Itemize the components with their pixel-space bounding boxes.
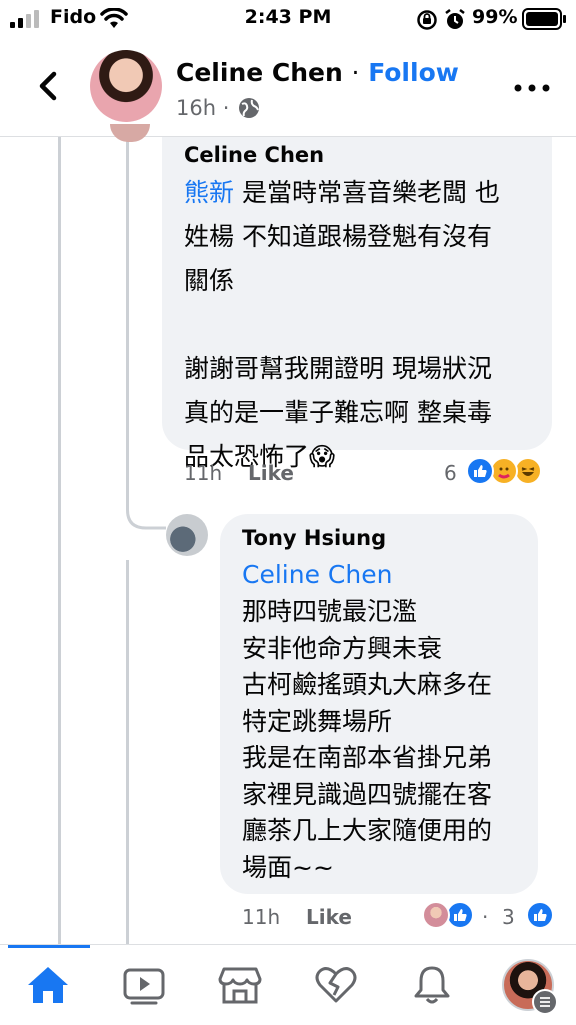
tab-notifications[interactable] (384, 945, 480, 1025)
care-reaction-icon (490, 457, 518, 485)
comment-bubble[interactable]: Celine Chen 熊新 是當時常喜音樂老闆 也 姓楊 不知道跟楊登魁有沒有… (162, 137, 552, 471)
author-avatar[interactable] (90, 50, 162, 122)
back-button[interactable] (30, 64, 70, 108)
rotation-lock-icon (417, 10, 437, 30)
comment-avatar-partial (110, 124, 150, 142)
profile-avatar (502, 959, 558, 1015)
separator-dot: · (351, 58, 360, 87)
follow-button[interactable]: Follow (368, 58, 459, 87)
home-icon (28, 967, 68, 1003)
comment-text: 熊新 是當時常喜音樂老闆 也 姓楊 不知道跟楊登魁有沒有 關係 謝謝哥幫我開證明… (184, 171, 530, 479)
reply-bubble[interactable]: Tony Hsiung Celine Chen 那時四號最氾濫 安非他命方興未衰… (220, 514, 538, 894)
bottom-tab-bar (0, 944, 576, 1025)
reply-time: 11h (242, 905, 281, 929)
comment-time: 11h (184, 461, 223, 485)
comment-author[interactable]: Celine Chen (184, 143, 530, 167)
heart-icon (315, 967, 357, 1003)
author-name[interactable]: Celine Chen (176, 58, 343, 87)
tab-home[interactable] (0, 945, 96, 1025)
status-bar: Fido 2:43 PM 99% (0, 0, 576, 40)
tab-video[interactable] (96, 945, 192, 1025)
post-age: 16h · (176, 96, 230, 120)
like-reaction-icon (526, 901, 554, 929)
comment-like-button[interactable]: Like (248, 461, 294, 485)
tab-marketplace[interactable] (192, 945, 288, 1025)
tab-dating[interactable] (288, 945, 384, 1025)
alarm-icon (445, 9, 465, 29)
haha-reaction-icon (514, 457, 542, 485)
post-header: Celine Chen · Follow 16h · (0, 40, 576, 137)
globe-icon (239, 98, 260, 118)
reply-body: 那時四號最氾濫 安非他命方興未衰 古柯鹼搖頭丸大麻多在 特定跳舞場所 我是在南部… (242, 597, 493, 882)
comment-body: 是當時常喜音樂老闆 也 姓楊 不知道跟楊登魁有沒有 關係 謝謝哥幫我開證明 現場… (184, 178, 500, 471)
like-reaction-icon (466, 457, 494, 485)
thread-connector (126, 500, 166, 530)
reply-reaction-summary[interactable]: · 3 (422, 901, 556, 933)
battery-percent: 99% (472, 6, 518, 28)
tab-profile[interactable] (480, 945, 576, 1025)
thread-line-outer (58, 137, 61, 944)
battery-icon (522, 8, 566, 30)
post-meta: 16h · (176, 96, 260, 120)
thread-line-reply (126, 560, 129, 944)
like-reaction-icon (446, 901, 474, 929)
reply-mention[interactable]: Celine Chen (242, 556, 516, 594)
reply-avatar[interactable] (166, 514, 208, 556)
more-options-button[interactable] (512, 78, 552, 98)
reaction-summary[interactable] (466, 457, 558, 489)
reaction-separator: · (482, 905, 489, 929)
reply-reaction-count: 3 (502, 905, 515, 929)
marketplace-icon (218, 967, 262, 1004)
reaction-count[interactable]: 6 (444, 461, 457, 485)
reply-like-button[interactable]: Like (306, 905, 352, 929)
menu-badge-icon (532, 989, 558, 1015)
comment-mention[interactable]: 熊新 (184, 178, 234, 207)
more-dots-icon (514, 84, 550, 92)
chevron-left-icon (39, 71, 57, 101)
reactor-avatar (422, 901, 450, 929)
thread-line-inner (126, 137, 129, 509)
reply-author[interactable]: Tony Hsiung (242, 526, 516, 550)
video-icon (123, 968, 165, 1005)
bell-icon (414, 966, 450, 1004)
author-line: Celine Chen · Follow (176, 58, 459, 87)
